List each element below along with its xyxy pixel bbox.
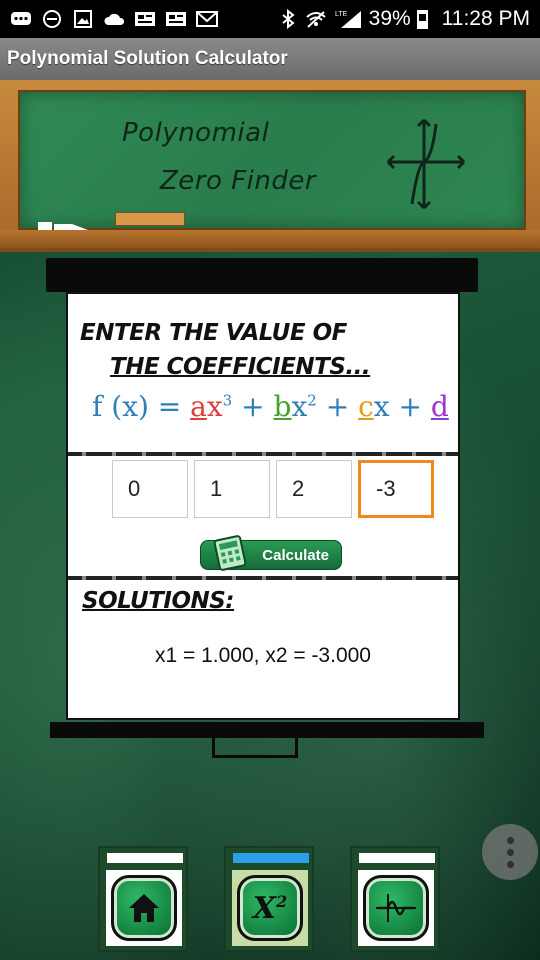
tab-indicator [233,853,309,863]
coefficient-a-input[interactable] [112,460,188,518]
formula-plus2: + [325,390,350,423]
coefficient-d-input[interactable] [358,460,434,518]
wifi-icon [305,9,327,29]
calculator-icon [213,535,247,571]
coefficients-heading-line1: ENTER THE VALUE OF [80,320,347,346]
signal-icon: LTE [333,9,363,29]
tab-graph[interactable] [350,846,440,952]
formula-d: d [430,390,449,423]
formula-x1: x [373,390,390,423]
board-line-1: Polynomial [122,118,270,148]
tab-indicator [107,853,183,863]
chalkboard: Polynomial Zero Finder [0,80,540,252]
cloud-icon [103,9,125,29]
divider [68,452,458,456]
tab-indicator [359,853,435,863]
svg-text:LTE: LTE [335,11,348,18]
chalk-ledge [0,230,540,248]
bluetooth-icon [277,9,299,29]
screen-roller-top [46,258,478,292]
formula-x2: x [291,390,308,423]
tab-tile [358,870,434,946]
screen-roller-bottom [50,722,484,738]
coefficients-heading-line2: THE COEFFICIENTS... [110,354,371,380]
battery-percent: 39% [368,7,411,30]
divider-2 [68,576,458,580]
board-line-2: Zero Finder [160,166,317,196]
coefficient-b-input[interactable] [194,460,270,518]
polynomial-formula: f (x) = ax3 + bx2 + cx + d [92,390,449,423]
bottom-navigation: X2 [0,846,540,960]
axes-icon [386,118,466,210]
news-icon [134,9,156,29]
formula-a: a [190,390,207,423]
x-squared-icon: X2 [237,875,303,941]
chalkboard-surface: Polynomial Zero Finder [18,90,526,230]
tab-polynomial[interactable]: X2 [224,846,314,952]
calculate-button[interactable]: Calculate [200,535,342,571]
x-squared-label: X2 [252,890,288,926]
formula-exp3: 3 [222,391,233,410]
formula-x3: x [206,390,223,423]
chat-icon [10,9,32,29]
formula-exp2: 2 [307,391,317,410]
coefficients-heading: ENTER THE VALUE OF THE COEFFICIENTS... [80,316,380,384]
chalk-icon [38,222,88,230]
tab-tile: X2 [232,870,308,946]
image-icon [72,9,94,29]
app-title: Polynomial Solution Calculator [0,38,540,80]
formula-b: b [273,390,292,423]
solutions-result: x1 = 1.000, x2 = -3.000 [155,644,371,667]
overflow-dot [506,836,514,844]
clock: 11:28 PM [441,7,530,30]
solutions-heading: SOLUTIONS: [82,588,235,614]
block-icon [41,9,63,29]
formula-c: c [358,390,374,423]
news-icon-2 [165,9,187,29]
mail-icon [196,9,218,29]
formula-f: f (x) = [92,390,182,423]
eraser-icon [115,212,185,226]
home-icon [111,875,177,941]
tab-home[interactable] [98,846,188,952]
status-bar: LTE 39% 11:28 PM [0,0,540,38]
formula-plus3: + [398,390,422,423]
coefficient-panel: ENTER THE VALUE OF THE COEFFICIENTS... f… [66,292,460,720]
graph-icon [363,875,429,941]
coefficient-inputs [112,460,434,518]
battery-icon [416,9,428,29]
tab-tile [106,870,182,946]
calculate-label: Calculate [262,546,329,564]
screen-stand [212,738,298,758]
formula-plus1: + [241,390,265,423]
coefficient-c-input[interactable] [276,460,352,518]
